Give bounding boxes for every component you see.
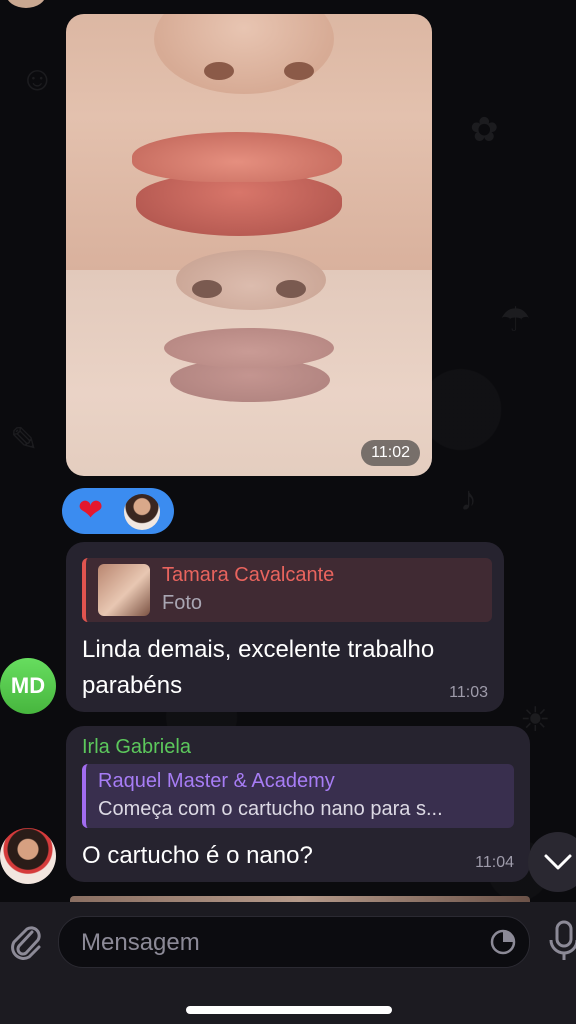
doodle-icon: ♪ [460,480,477,518]
photo-region [284,62,314,80]
reply-author: Raquel Master & Academy [98,770,335,792]
sender-name[interactable]: Irla Gabriela [82,736,191,759]
doodle-icon: ☺ [20,60,55,98]
mic-icon[interactable] [546,920,576,962]
photo-region [132,132,342,182]
message-bubble[interactable]: Irla Gabriela Raquel Master & Academy Co… [66,726,530,882]
sticker-icon[interactable] [489,928,517,956]
reply-preview[interactable]: Tamara Cavalcante Foto [82,558,492,622]
message-text: O cartucho é o nano? [82,842,313,869]
heart-icon: ❤ [78,494,104,527]
message-input-bar: Mensagem [0,902,576,1024]
message-text: Linda demais, excelente trabalho [82,636,435,663]
message-input[interactable]: Mensagem [58,916,530,968]
photo-region [136,174,342,236]
photo-region [204,62,234,80]
doodle-icon: ✿ [470,111,499,149]
reply-text: Foto [162,592,203,614]
message-time: 11:04 [475,854,514,871]
avatar [124,494,160,530]
photo-region [154,14,334,94]
message-bubble[interactable]: Tamara Cavalcante Foto Linda demais, exc… [66,542,504,712]
reaction-badge[interactable]: ❤ [62,488,174,534]
message-time: 11:02 [361,440,420,466]
photo-after [66,14,432,270]
photo-region [176,250,326,310]
message-text: parabéns [82,672,183,699]
attach-icon[interactable] [8,922,44,962]
doodle-icon: ☂ [500,301,531,339]
avatar[interactable]: MD [0,658,56,714]
reply-author: Tamara Cavalcante [162,564,335,586]
home-indicator [186,1006,392,1014]
photo-region [276,280,306,298]
message-time: 11:03 [449,684,488,701]
chevron-down-icon [544,854,572,870]
photo-region [192,280,222,298]
reply-thumbnail [98,564,150,616]
avatar[interactable] [0,828,56,884]
doodle-icon: ✎ [10,421,39,459]
reply-preview[interactable]: Raquel Master & Academy Começa com o car… [82,764,514,828]
photo-message[interactable]: 11:02 [66,14,432,476]
input-placeholder: Mensagem [81,929,200,956]
photo-region [164,328,334,368]
reply-text: Começa com o cartucho nano para s... [98,798,443,820]
